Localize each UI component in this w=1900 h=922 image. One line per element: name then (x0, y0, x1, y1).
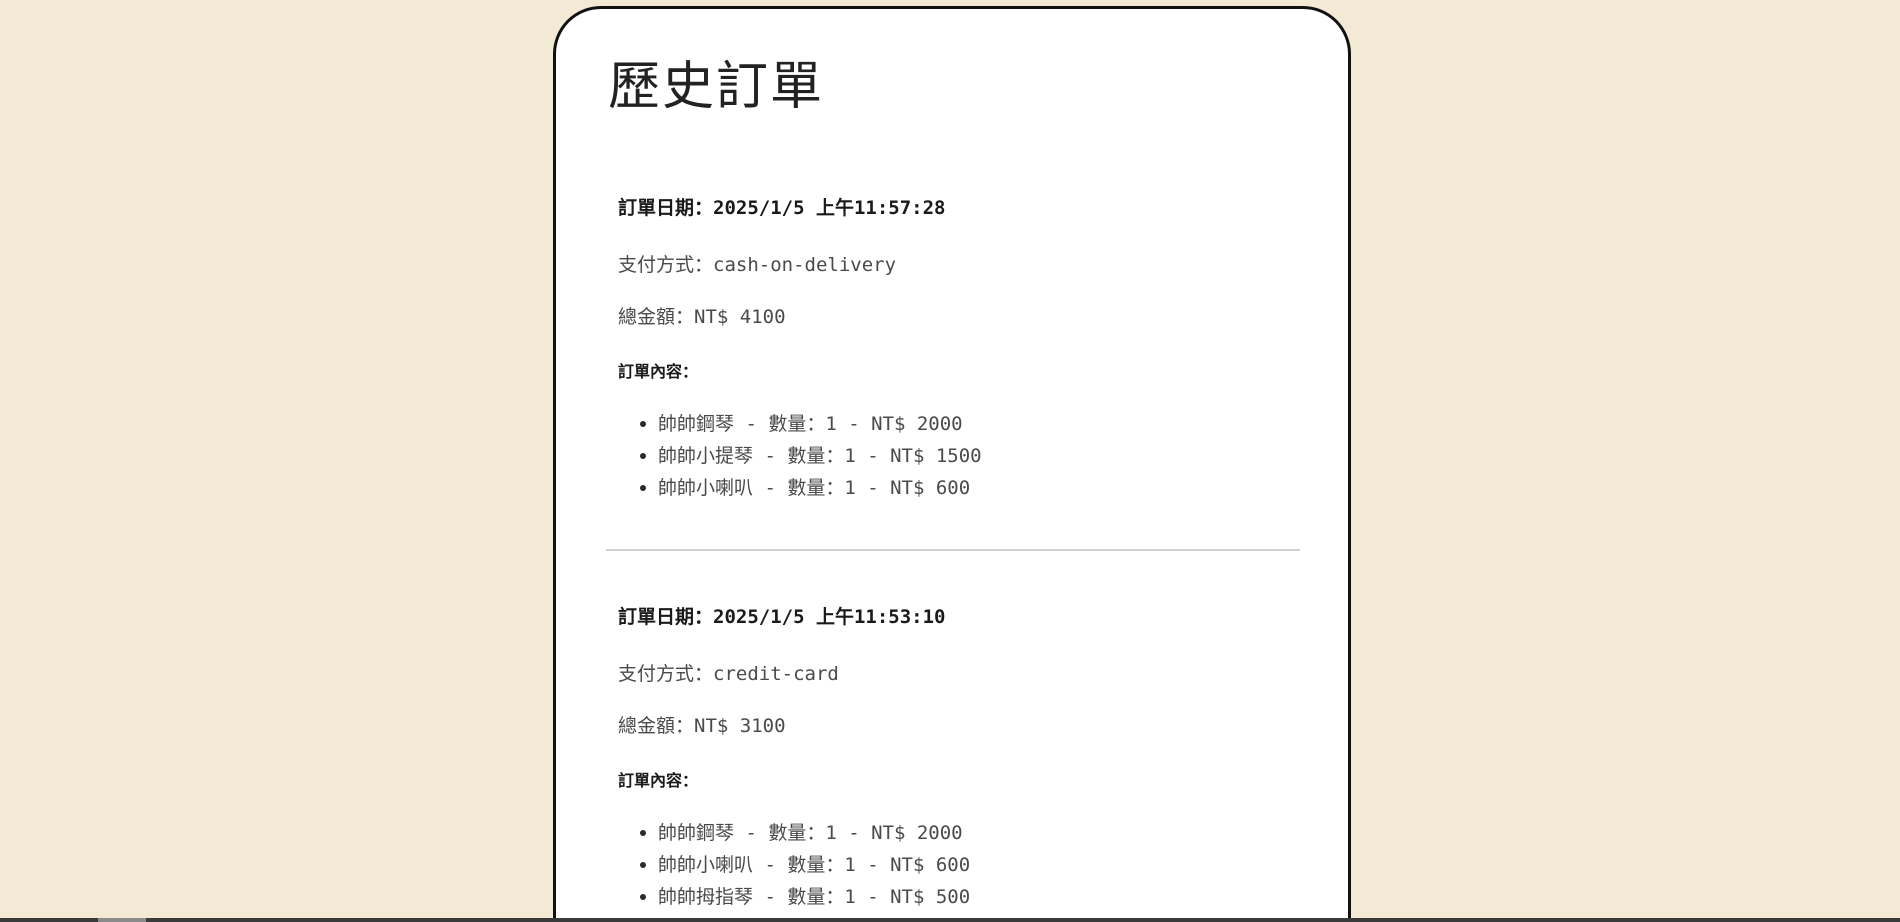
order-item: 帥帥鋼琴 - 數量：1 - NT$ 2000 (618, 824, 970, 856)
payment-method-value: cash-on-delivery (713, 254, 897, 276)
order-total: 總金額：NT$ 3100 (618, 717, 786, 736)
order-item: 帥帥小提琴 - 數量：1 - NT$ 1500 (618, 447, 982, 479)
order-item-text: 帥帥小提琴 - 數量：1 - NT$ 1500 (658, 445, 982, 467)
payment-method: 支付方式：credit-card (618, 665, 839, 684)
page-title: 歷史訂單 (608, 57, 825, 117)
order-item: 帥帥拇指琴 - 數量：1 - NT$ 500 (618, 888, 970, 920)
scrollbar-thumb[interactable] (98, 918, 146, 922)
order-total-value: NT$ 4100 (694, 306, 786, 328)
order-total: 總金額：NT$ 4100 (618, 308, 786, 327)
horizontal-scrollbar[interactable] (0, 918, 1900, 922)
order-date: 訂單日期：2025/1/5 上午11:57:28 (618, 199, 945, 218)
payment-method-value: credit-card (713, 663, 839, 685)
bullet-icon (640, 862, 646, 868)
bullet-icon (640, 830, 646, 836)
order-item-text: 帥帥鋼琴 - 數量：1 - NT$ 2000 (658, 413, 963, 435)
order-items-list: 帥帥鋼琴 - 數量：1 - NT$ 2000 帥帥小喇叭 - 數量：1 - NT… (618, 824, 970, 920)
payment-method: 支付方式：cash-on-delivery (618, 256, 896, 275)
order-item-text: 帥帥小喇叭 - 數量：1 - NT$ 600 (658, 854, 971, 876)
order-date-value: 2025/1/5 上午11:57:28 (713, 197, 946, 219)
payment-method-label: 支付方式： (618, 663, 714, 685)
order-item: 帥帥小喇叭 - 數量：1 - NT$ 600 (618, 856, 970, 888)
order-total-value: NT$ 3100 (694, 715, 786, 737)
order-item-text: 帥帥拇指琴 - 數量：1 - NT$ 500 (658, 886, 971, 908)
bullet-icon (640, 894, 646, 900)
order-items-heading: 訂單內容： (618, 771, 699, 790)
bullet-icon (640, 485, 646, 491)
bullet-icon (640, 421, 646, 427)
order-items-list: 帥帥鋼琴 - 數量：1 - NT$ 2000 帥帥小提琴 - 數量：1 - NT… (618, 415, 982, 511)
bullet-icon (640, 453, 646, 459)
order-total-label: 總金額： (618, 715, 695, 737)
order-item-text: 帥帥鋼琴 - 數量：1 - NT$ 2000 (658, 822, 963, 844)
order-items-heading: 訂單內容： (618, 362, 699, 381)
order-date-label: 訂單日期： (618, 606, 714, 628)
order-history-card: 歷史訂單 訂單日期：2025/1/5 上午11:57:28 支付方式：cash-… (553, 6, 1351, 922)
order-item: 帥帥小喇叭 - 數量：1 - NT$ 600 (618, 479, 982, 511)
order-date: 訂單日期：2025/1/5 上午11:53:10 (618, 608, 945, 627)
order-date-value: 2025/1/5 上午11:53:10 (713, 606, 946, 628)
payment-method-label: 支付方式： (618, 254, 714, 276)
order-item: 帥帥鋼琴 - 數量：1 - NT$ 2000 (618, 415, 982, 447)
order-item-text: 帥帥小喇叭 - 數量：1 - NT$ 600 (658, 477, 971, 499)
order-separator (606, 549, 1300, 551)
order-date-label: 訂單日期： (618, 197, 714, 219)
order-total-label: 總金額： (618, 306, 695, 328)
